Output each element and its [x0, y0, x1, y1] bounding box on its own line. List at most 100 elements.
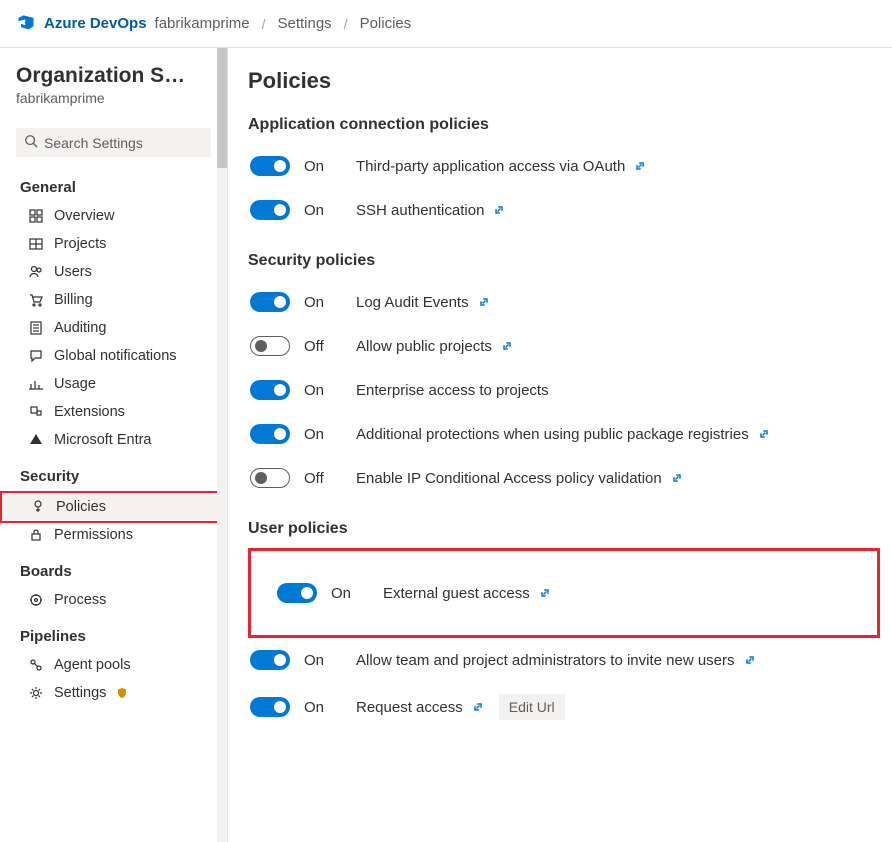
toggle-state: On — [304, 382, 342, 399]
toggle-enterprise-access[interactable] — [250, 380, 290, 400]
page-title: Policies — [248, 68, 880, 94]
policy-label: Enterprise access to projects — [356, 382, 549, 399]
gear-icon — [28, 685, 44, 701]
edit-url-button[interactable]: Edit Url — [499, 694, 565, 720]
sidebar-item-projects[interactable]: Projects — [0, 230, 227, 258]
sidebar-item-microsoft-entra[interactable]: Microsoft Entra — [0, 426, 227, 454]
entra-icon — [28, 432, 44, 448]
toggle-state: Off — [304, 470, 342, 487]
sidebar-item-permissions[interactable]: Permissions — [0, 521, 227, 549]
brand-name: Azure DevOps — [44, 15, 147, 32]
policy-label: Additional protections when using public… — [356, 426, 749, 443]
toggle-ssh[interactable] — [250, 200, 290, 220]
policy-label: Third-party application access via OAuth — [356, 158, 625, 175]
highlight-annotation-sidebar: Policies — [0, 491, 227, 523]
breadcrumb-section[interactable]: Settings — [277, 15, 331, 32]
sidebar-item-global-notifications[interactable]: Global notifications — [0, 342, 227, 370]
sidebar-item-users[interactable]: Users — [0, 258, 227, 286]
sidebar-subtitle: fabrikamprime — [16, 90, 211, 106]
section-general: General — [0, 165, 227, 202]
toggle-audit[interactable] — [250, 292, 290, 312]
sidebar-item-label: Extensions — [54, 404, 125, 420]
sidebar-item-auditing[interactable]: Auditing — [0, 314, 227, 342]
lock-icon — [28, 527, 44, 543]
breadcrumb-org[interactable]: fabrikamprime — [155, 15, 250, 32]
policy-label: Allow team and project administrators to… — [356, 652, 735, 669]
toggle-state: On — [304, 158, 342, 175]
sidebar-item-billing[interactable]: Billing — [0, 286, 227, 314]
link-icon[interactable] — [492, 203, 506, 217]
sidebar-item-label: Usage — [54, 376, 96, 392]
toggle-oauth[interactable] — [250, 156, 290, 176]
list-icon — [28, 320, 44, 336]
link-icon[interactable] — [500, 339, 514, 353]
projects-icon — [28, 236, 44, 252]
sidebar-item-label: Permissions — [54, 527, 133, 543]
section-pipelines: Pipelines — [0, 614, 227, 651]
sidebar-item-label: Users — [54, 264, 92, 280]
sidebar-title: Organization S… — [16, 64, 211, 88]
search-placeholder: Search Settings — [44, 135, 143, 151]
policy-label: Request access — [356, 699, 463, 716]
process-icon — [28, 592, 44, 608]
toggle-state: On — [304, 426, 342, 443]
toggle-package-protections[interactable] — [250, 424, 290, 444]
shield-badge-icon — [116, 687, 128, 699]
sidebar-item-policies[interactable]: Policies — [2, 493, 225, 521]
toggle-request-access[interactable] — [250, 697, 290, 717]
link-icon[interactable] — [471, 700, 485, 714]
policy-icon — [30, 499, 46, 515]
azure-devops-icon — [16, 12, 36, 36]
sidebar-item-agent-pools[interactable]: Agent pools — [0, 651, 227, 679]
link-icon[interactable] — [743, 653, 757, 667]
scrollbar-track[interactable] — [217, 48, 227, 842]
policy-row-external-guest: On External guest access — [271, 571, 865, 615]
policy-row-ssh: On SSH authentication — [248, 188, 880, 232]
sidebar-item-label: Auditing — [54, 320, 106, 336]
policy-row-package-protections: On Additional protections when using pub… — [248, 412, 880, 456]
toggle-ip-conditional[interactable] — [250, 468, 290, 488]
sidebar-item-usage[interactable]: Usage — [0, 370, 227, 398]
sidebar-item-label: Microsoft Entra — [54, 432, 152, 448]
search-input[interactable]: Search Settings — [16, 128, 211, 157]
toggle-invite-users[interactable] — [250, 650, 290, 670]
users-icon — [28, 264, 44, 280]
group-title-app-connection: Application connection policies — [248, 116, 880, 134]
sidebar-item-extensions[interactable]: Extensions — [0, 398, 227, 426]
policy-row-oauth: On Third-party application access via OA… — [248, 144, 880, 188]
toggle-external-guest[interactable] — [277, 583, 317, 603]
section-boards: Boards — [0, 549, 227, 586]
policy-label: SSH authentication — [356, 202, 484, 219]
section-security: Security — [0, 454, 227, 491]
sidebar-item-process[interactable]: Process — [0, 586, 227, 614]
toggle-state: On — [304, 202, 342, 219]
breadcrumb-separator: / — [262, 16, 266, 32]
sidebar-item-label: Policies — [56, 499, 106, 515]
policy-label: Allow public projects — [356, 338, 492, 355]
toggle-state: On — [304, 294, 342, 311]
link-icon[interactable] — [633, 159, 647, 173]
sidebar-item-label: Global notifications — [54, 348, 177, 364]
policy-row-ip-conditional: Off Enable IP Conditional Access policy … — [248, 456, 880, 500]
link-icon[interactable] — [670, 471, 684, 485]
toggle-state: Off — [304, 338, 342, 355]
chat-icon — [28, 348, 44, 364]
sidebar-item-settings[interactable]: Settings — [0, 679, 227, 707]
toggle-public-projects[interactable] — [250, 336, 290, 356]
brand[interactable]: Azure DevOps — [16, 12, 147, 36]
link-icon[interactable] — [477, 295, 491, 309]
scrollbar-thumb[interactable] — [217, 48, 227, 168]
cart-icon — [28, 292, 44, 308]
agent-pools-icon — [28, 657, 44, 673]
highlight-annotation-main: On External guest access — [248, 548, 880, 638]
policy-label: Log Audit Events — [356, 294, 469, 311]
link-icon[interactable] — [757, 427, 771, 441]
sidebar-item-label: Billing — [54, 292, 93, 308]
link-icon[interactable] — [538, 586, 552, 600]
main-content: Policies Application connection policies… — [228, 48, 892, 842]
toggle-state: On — [304, 652, 342, 669]
policy-row-request-access: On Request access Edit Url — [248, 682, 880, 732]
policy-label: Enable IP Conditional Access policy vali… — [356, 470, 662, 487]
sidebar-item-overview[interactable]: Overview — [0, 202, 227, 230]
sidebar-item-label: Projects — [54, 236, 106, 252]
